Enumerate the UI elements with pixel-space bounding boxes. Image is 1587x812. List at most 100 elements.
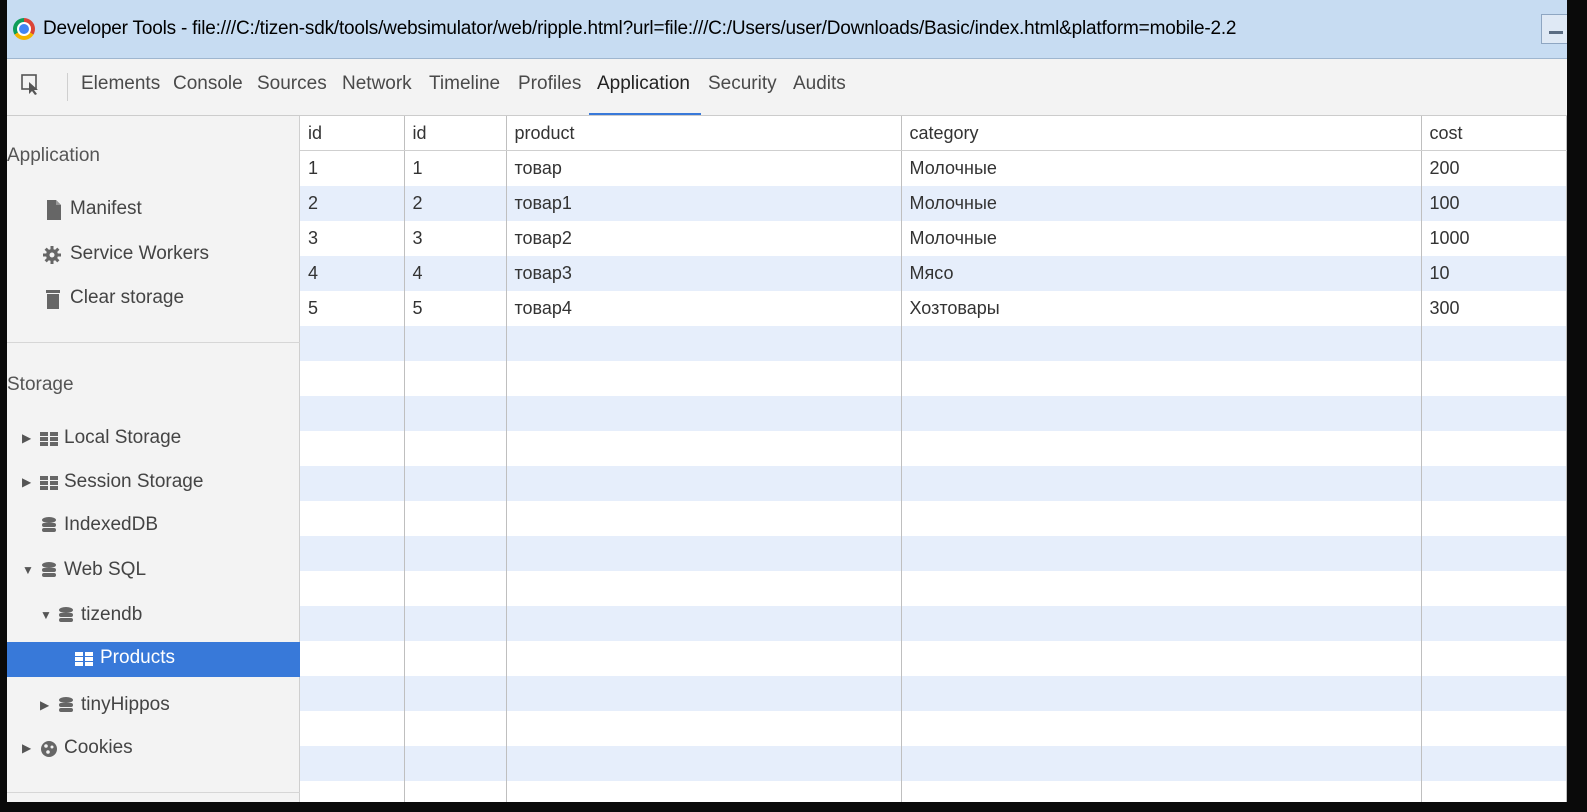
sidebar-item-tizendb[interactable]: ▼ tizendb <box>7 599 300 634</box>
table-cell <box>404 536 507 571</box>
tab-security[interactable]: Security <box>708 73 777 95</box>
tab-audits[interactable]: Audits <box>793 73 846 95</box>
table-cell: Молочные <box>901 221 1422 256</box>
tab-profiles[interactable]: Profiles <box>518 73 581 95</box>
table-cell <box>901 711 1422 746</box>
table-cell <box>506 361 902 396</box>
table-cell <box>901 361 1422 396</box>
table-cell <box>901 606 1422 641</box>
table-cell: товар3 <box>506 256 902 291</box>
table-row[interactable]: 4 4 товар3 Мясо 10 <box>300 256 1567 291</box>
table-cell: 200 <box>1421 150 1567 186</box>
sidebar-item-tinyhippos[interactable]: ▶ tinyHippos <box>7 689 300 724</box>
table-cell: 100 <box>1421 186 1567 221</box>
sidebar-item-products[interactable]: Products <box>7 642 300 677</box>
tab-network[interactable]: Network <box>342 73 412 95</box>
table-cell <box>901 431 1422 466</box>
table-row[interactable]: 5 5 товар4 Хозтовары 300 <box>300 291 1567 326</box>
sidebar-item-web-sql[interactable]: ▼ Web SQL <box>7 554 300 589</box>
table-cell <box>300 326 405 361</box>
table-cell <box>506 711 902 746</box>
tab-console[interactable]: Console <box>173 73 243 95</box>
tab-timeline[interactable]: Timeline <box>429 73 500 95</box>
expand-arrow-icon[interactable]: ▶ <box>22 431 31 445</box>
sidebar-item-label: Local Storage <box>64 427 182 448</box>
sidebar-item-service-workers[interactable]: Service Workers <box>7 238 300 273</box>
column-header-product[interactable]: product <box>506 116 902 151</box>
column-header-id[interactable]: id <box>300 116 405 151</box>
sidebar-item-label: tinyHippos <box>81 694 170 715</box>
grid-icon <box>40 476 58 490</box>
table-cell: 5 <box>300 291 405 326</box>
sidebar-item-label: Clear storage <box>70 287 185 308</box>
table-cell <box>404 781 507 802</box>
table-cell <box>506 466 902 501</box>
tab-elements[interactable]: Elements <box>81 73 160 95</box>
column-header-cost[interactable]: cost <box>1421 116 1567 151</box>
table-cell <box>901 676 1422 711</box>
section-title-application: Application <box>7 145 100 166</box>
minimize-button[interactable] <box>1541 14 1567 44</box>
table-cell <box>506 781 902 802</box>
table-cell: 4 <box>300 256 405 291</box>
sidebar-item-clear-storage[interactable]: Clear storage <box>7 282 300 317</box>
table-cell <box>901 466 1422 501</box>
table-cell: 3 <box>404 221 507 256</box>
tab-application[interactable]: Application <box>597 73 690 95</box>
inspect-element-icon[interactable] <box>21 74 43 96</box>
collapse-arrow-icon[interactable]: ▼ <box>22 563 34 577</box>
table-cell <box>404 571 507 606</box>
table-cell <box>404 466 507 501</box>
sidebar-item-manifest[interactable]: Manifest <box>7 193 300 228</box>
table-cell <box>1421 431 1567 466</box>
sidebar-item-cookies[interactable]: ▶ Cookies <box>7 732 300 767</box>
table-cell <box>1421 501 1567 536</box>
table-row[interactable]: 2 2 товар1 Молочные 100 <box>300 186 1567 221</box>
sidebar-divider <box>7 342 300 343</box>
table-cell <box>300 431 405 466</box>
table-cell: 2 <box>300 186 405 221</box>
table-cell <box>1421 711 1567 746</box>
trash-icon <box>46 290 60 309</box>
table-cell <box>404 326 507 361</box>
section-title-storage: Storage <box>7 374 74 395</box>
table-cell <box>506 676 902 711</box>
table-cell: товар4 <box>506 291 902 326</box>
table-cell <box>506 571 902 606</box>
grid-icon <box>75 652 93 666</box>
tab-separator <box>67 73 68 101</box>
tab-sources[interactable]: Sources <box>257 73 327 95</box>
expand-arrow-icon[interactable]: ▶ <box>22 741 31 755</box>
empty-table-row <box>300 431 1567 466</box>
table-cell: Молочные <box>901 186 1422 221</box>
sidebar-item-session-storage[interactable]: ▶ Session Storage <box>7 466 300 501</box>
table-cell <box>404 361 507 396</box>
column-header-id[interactable]: id <box>404 116 507 151</box>
collapse-arrow-icon[interactable]: ▼ <box>40 608 52 622</box>
grid-icon <box>40 432 58 446</box>
sidebar-item-local-storage[interactable]: ▶ Local Storage <box>7 422 300 457</box>
sidebar-item-label: IndexedDB <box>64 514 159 535</box>
empty-table-row <box>300 326 1567 361</box>
table-cell: 10 <box>1421 256 1567 291</box>
window-title: Developer Tools - file:///C:/tizen-sdk/t… <box>43 18 1237 39</box>
table-cell: 1000 <box>1421 221 1567 256</box>
expand-arrow-icon[interactable]: ▶ <box>40 698 49 712</box>
table-row[interactable]: 3 3 товар2 Молочные 1000 <box>300 221 1567 256</box>
table-cell: 1 <box>300 150 405 186</box>
column-header-category[interactable]: category <box>901 116 1422 151</box>
sidebar-item-label: Manifest <box>70 198 142 219</box>
empty-table-row <box>300 606 1567 641</box>
table-row[interactable]: 1 1 товар Молочные 200 <box>300 150 1567 186</box>
table-cell <box>901 396 1422 431</box>
table-cell: товар <box>506 150 902 186</box>
sidebar-item-label: Session Storage <box>64 471 204 492</box>
table-cell: Хозтовары <box>901 291 1422 326</box>
gear-icon <box>43 246 61 264</box>
cookie-icon <box>41 741 57 757</box>
table-cell <box>1421 361 1567 396</box>
table-cell <box>1421 606 1567 641</box>
expand-arrow-icon[interactable]: ▶ <box>22 475 31 489</box>
sidebar-item-indexeddb[interactable]: IndexedDB <box>7 509 300 544</box>
empty-table-row <box>300 746 1567 781</box>
